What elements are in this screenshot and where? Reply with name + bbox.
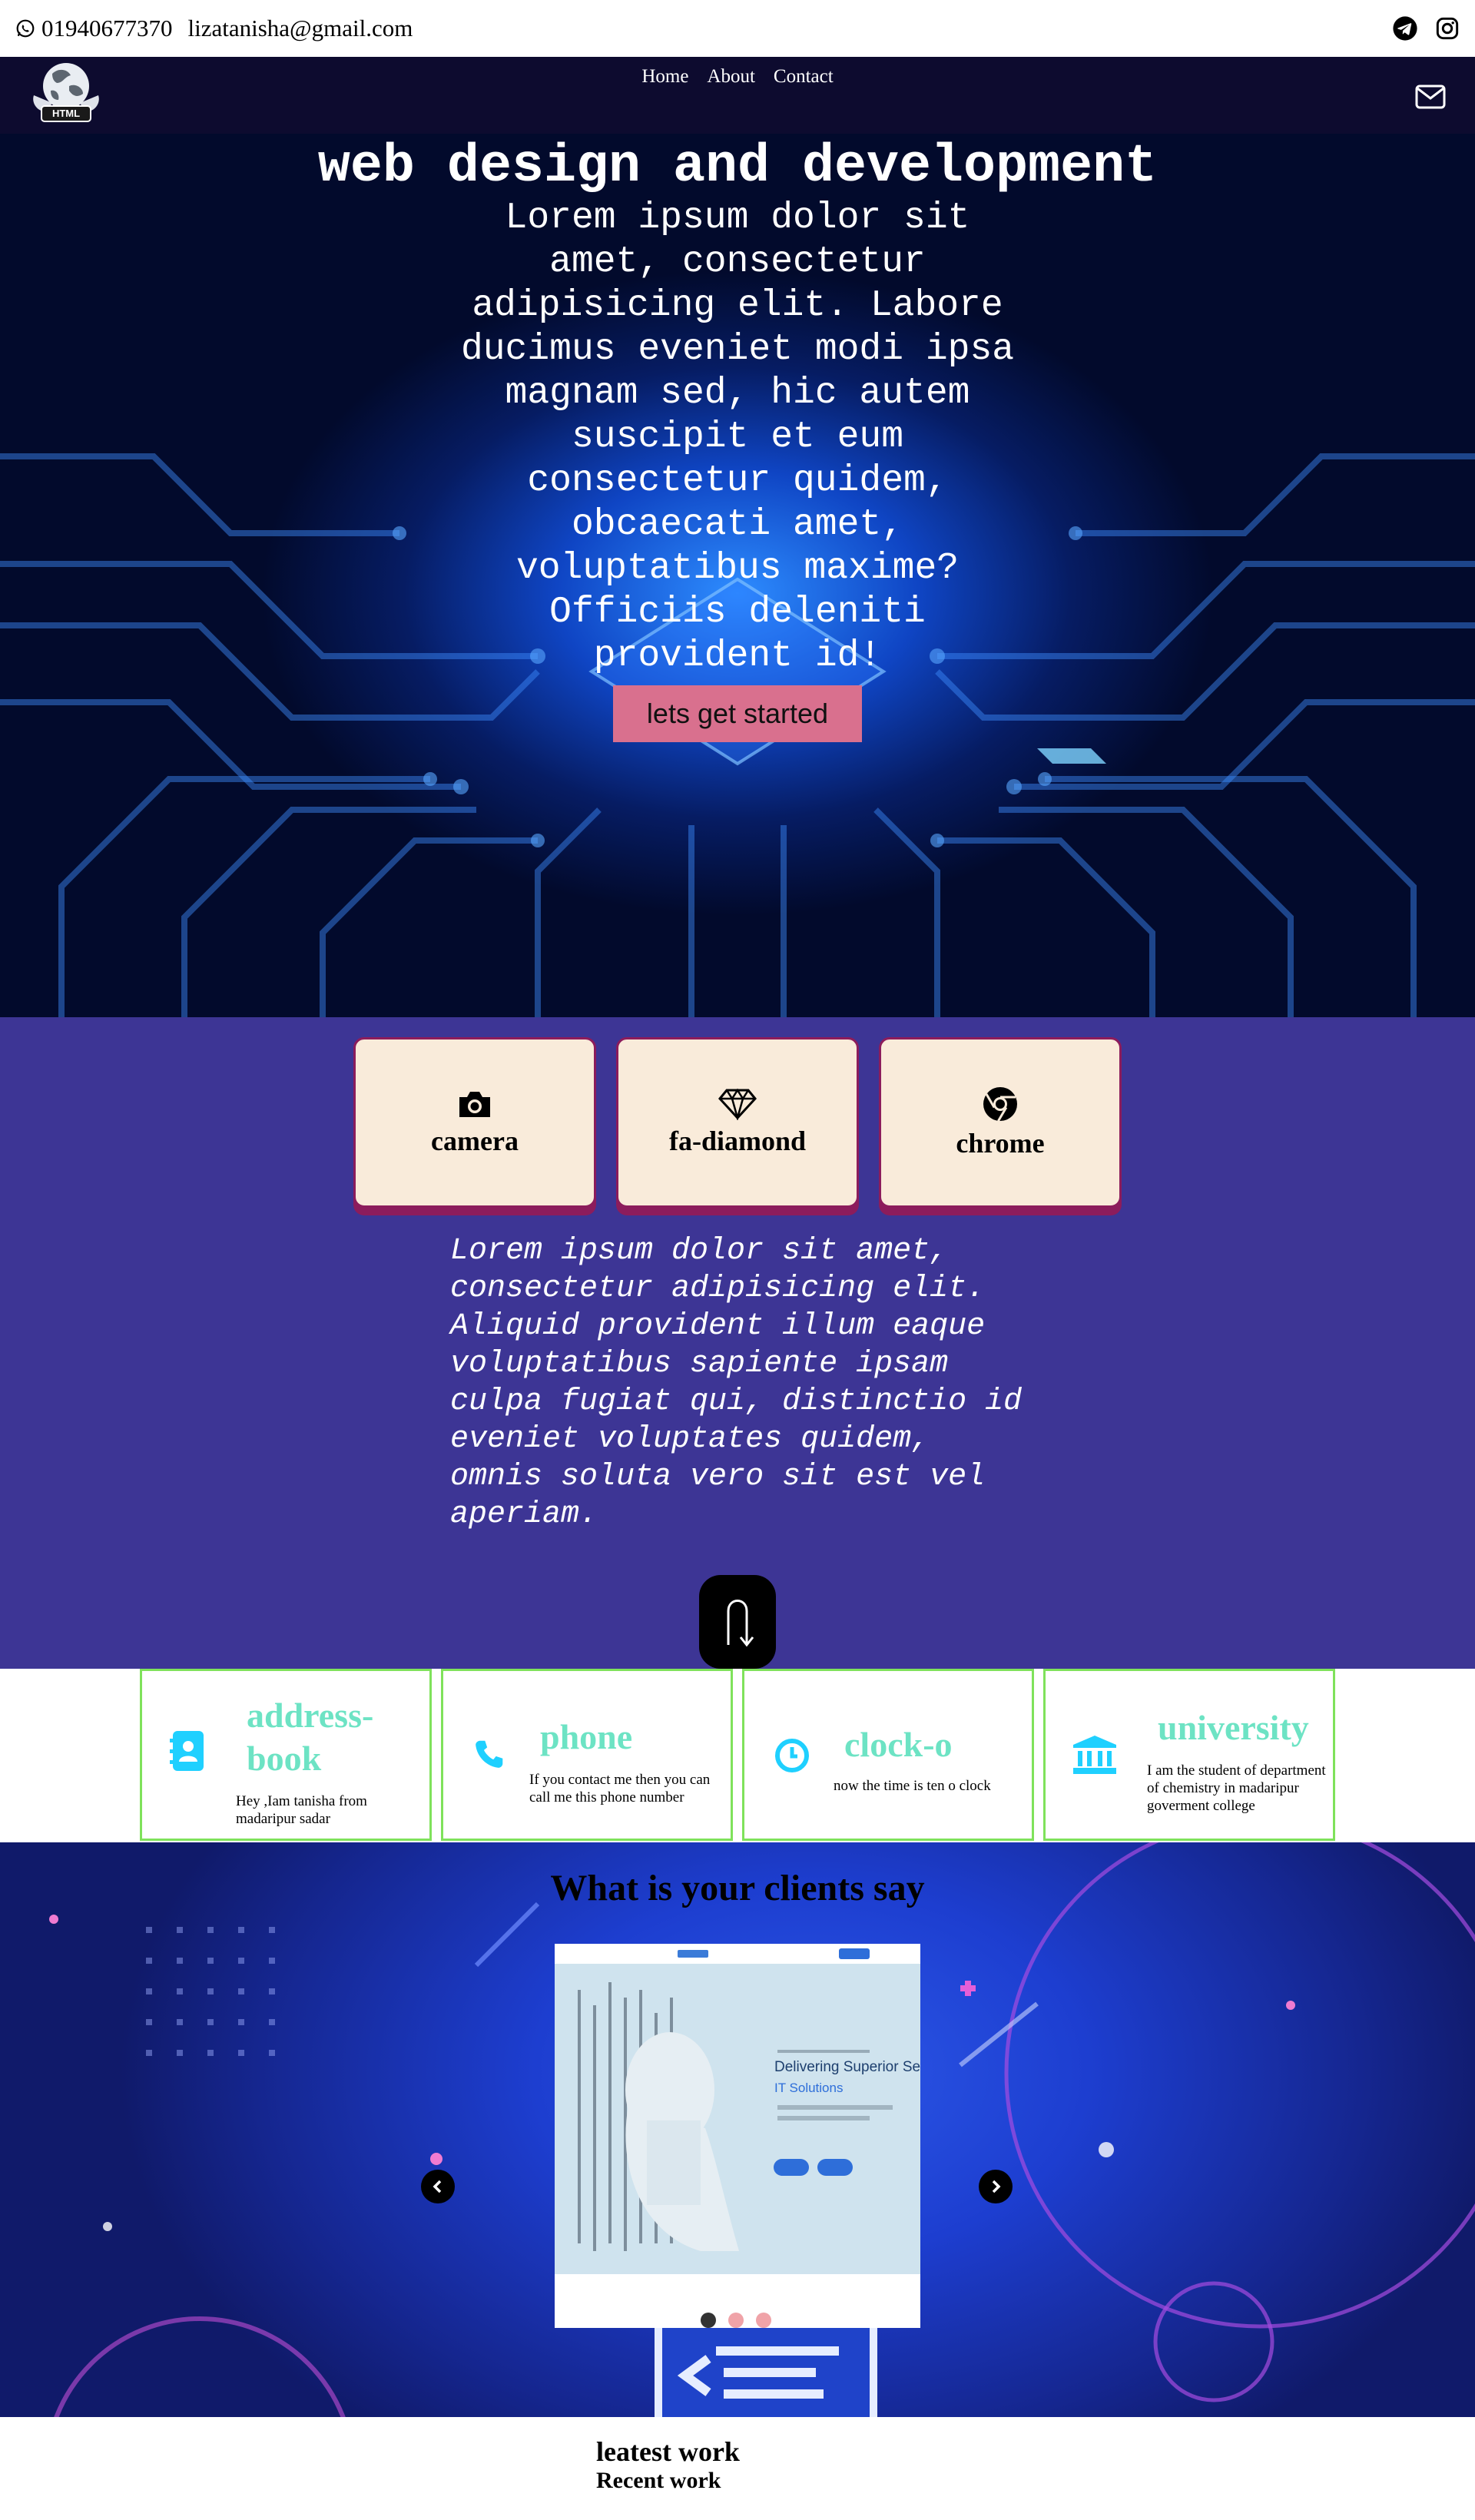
latest-work-heading: leatest work bbox=[596, 2436, 740, 2467]
nav-home-link[interactable]: Home bbox=[641, 66, 688, 88]
feature-card-chrome[interactable]: chrome bbox=[879, 1037, 1122, 1208]
nav-menu: Home About Contact bbox=[0, 66, 1475, 88]
info-description: now the time is ten o clock bbox=[834, 1778, 991, 1794]
nav-about-link[interactable]: About bbox=[707, 66, 755, 88]
hero-title: web design and development bbox=[317, 137, 1158, 197]
feature-card-diamond[interactable]: fa-diamond bbox=[616, 1037, 859, 1208]
slider-dot-active[interactable] bbox=[701, 2313, 716, 2328]
slide-artwork bbox=[555, 1944, 920, 2328]
slider-indicators bbox=[701, 2313, 771, 2328]
instagram-icon[interactable] bbox=[1435, 16, 1460, 41]
top-contact-bar: 01940677370 lizatanisha@gmail.com bbox=[0, 0, 1475, 57]
feature-card-camera[interactable]: camera bbox=[353, 1037, 596, 1208]
chevron-left-icon bbox=[430, 2179, 446, 2194]
social-links bbox=[1392, 15, 1460, 41]
info-description: I am the student of department of chemis… bbox=[1147, 1762, 1326, 1814]
main-navbar: HTML Home About Contact bbox=[0, 57, 1475, 134]
info-box-address: address-book Hey ,Iam tanisha from madar… bbox=[140, 1669, 432, 1841]
hero-section: web design and development Lorem ipsum d… bbox=[0, 134, 1475, 1017]
slider-dot[interactable] bbox=[728, 2313, 744, 2328]
scroll-toggle-button[interactable] bbox=[699, 1575, 776, 1669]
slider-dot[interactable] bbox=[756, 2313, 771, 2328]
feature-label: camera bbox=[431, 1126, 519, 1156]
diamond-icon bbox=[718, 1088, 757, 1120]
clock-icon bbox=[774, 1737, 810, 1774]
clients-heading: What is your clients say bbox=[550, 1868, 925, 1908]
chrome-icon bbox=[982, 1086, 1019, 1122]
info-section: address-book Hey ,Iam tanisha from madar… bbox=[0, 1669, 1475, 1842]
features-section: camera fa-diamond chrome Lorem ipsum dol… bbox=[0, 1017, 1475, 1669]
email-contact[interactable]: lizatanisha@gmail.com bbox=[188, 15, 413, 42]
latest-work-section: leatest work Recent work bbox=[0, 2417, 1475, 2520]
info-title: clock-o bbox=[844, 1725, 953, 1764]
code-thumbnail-image bbox=[655, 2328, 877, 2417]
address-book-icon bbox=[170, 1729, 207, 1772]
telegram-icon[interactable] bbox=[1392, 15, 1418, 41]
info-title: university bbox=[1158, 1708, 1309, 1747]
university-icon bbox=[1072, 1734, 1118, 1776]
camera-icon bbox=[456, 1088, 493, 1120]
recent-work-subheading: Recent work bbox=[596, 2468, 721, 2493]
envelope-icon[interactable] bbox=[1415, 85, 1446, 109]
feature-label: fa-diamond bbox=[668, 1126, 807, 1156]
clients-section: What is your clients say Delivering Supe… bbox=[0, 1842, 1475, 2417]
info-title: address-book bbox=[247, 1696, 374, 1778]
nav-contact-link[interactable]: Contact bbox=[774, 66, 834, 88]
contact-info: 01940677370 lizatanisha@gmail.com bbox=[15, 15, 413, 42]
info-description: If you contact me then you can call me t… bbox=[529, 1772, 711, 1805]
slide-subline: IT Solutions bbox=[774, 2081, 844, 2095]
info-box-phone: phone If you contact me then you can cal… bbox=[441, 1669, 733, 1841]
get-started-button[interactable]: lets get started bbox=[613, 685, 862, 742]
slider-prev-button[interactable] bbox=[421, 2170, 455, 2203]
slider-next-button[interactable] bbox=[979, 2170, 1013, 2203]
chevron-right-icon bbox=[988, 2179, 1003, 2194]
feature-label: chrome bbox=[956, 1128, 1045, 1159]
slide-headline: Delivering Superior Ser bbox=[774, 2059, 920, 2075]
phone-contact[interactable]: 01940677370 bbox=[15, 15, 173, 42]
info-box-clock: clock-o now the time is ten o clock bbox=[742, 1669, 1034, 1841]
testimonial-slide-image: Delivering Superior Ser IT Solutions bbox=[555, 1944, 920, 2328]
logo-text: HTML bbox=[51, 108, 81, 119]
hero-description: Lorem ipsum dolor sit amet, consectetur … bbox=[460, 197, 1015, 677]
email-address: lizatanisha@gmail.com bbox=[187, 15, 413, 41]
info-title: phone bbox=[540, 1717, 633, 1756]
features-description: Lorem ipsum dolor sit amet, consectetur … bbox=[450, 1234, 1023, 1532]
arrow-up-down-icon bbox=[714, 1591, 761, 1653]
info-description: Hey ,Iam tanisha from madaripur sadar bbox=[236, 1793, 367, 1827]
phone-number: 01940677370 bbox=[41, 15, 173, 41]
whatsapp-icon bbox=[15, 18, 35, 38]
phone-icon bbox=[472, 1737, 508, 1772]
info-box-university: university I am the student of departmen… bbox=[1043, 1669, 1335, 1841]
